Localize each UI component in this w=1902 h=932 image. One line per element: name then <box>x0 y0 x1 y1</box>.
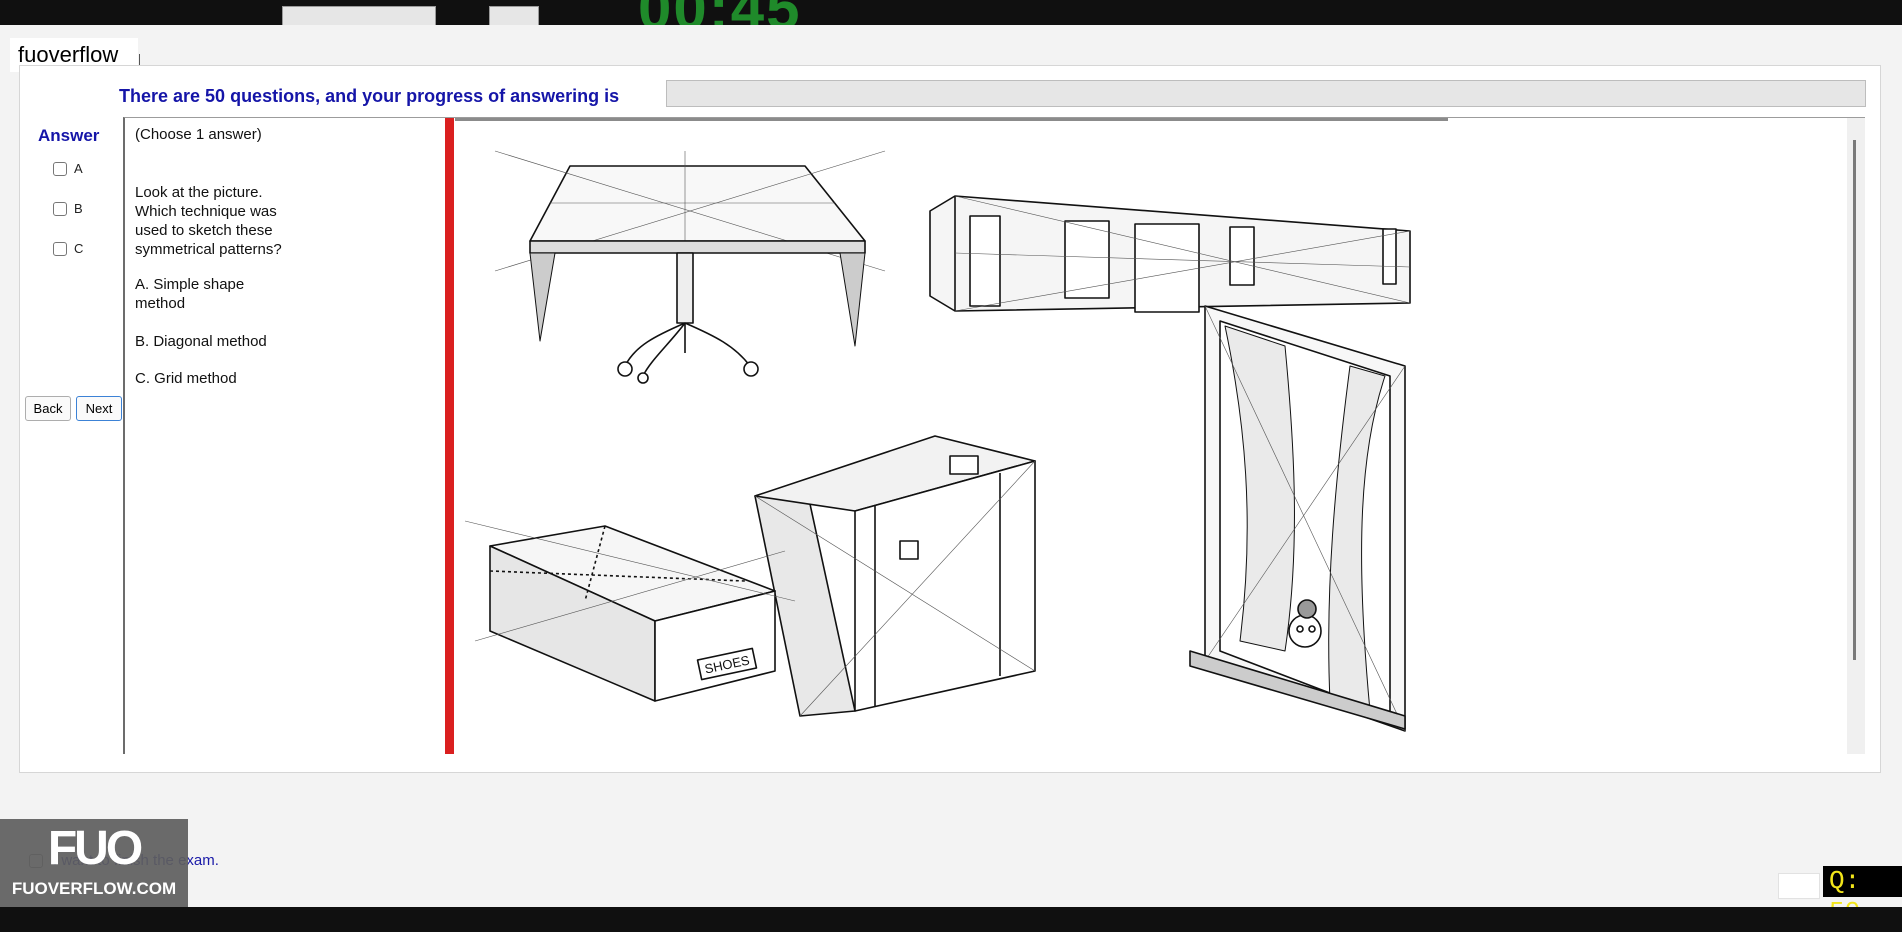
back-button[interactable]: Back <box>25 396 71 421</box>
next-button[interactable]: Next <box>76 396 122 421</box>
option-label: A <box>74 161 83 176</box>
checkbox[interactable] <box>53 241 67 256</box>
perspective-sketches-image: SHOES <box>464 150 1411 732</box>
panel-divider[interactable] <box>445 118 454 754</box>
table-sketch <box>494 150 886 384</box>
choice-b-text: B. Diagonal method <box>135 333 267 350</box>
exam-code-field[interactable] <box>282 6 436 25</box>
progress-bar <box>666 80 1866 107</box>
checkbox[interactable] <box>53 201 67 216</box>
scrollbar-thumb[interactable] <box>1853 140 1856 660</box>
question-number-field[interactable] <box>1778 873 1820 899</box>
choice-a-text: A. Simple shape method <box>135 276 245 312</box>
answer-option-b[interactable]: B <box>53 201 83 216</box>
checkbox[interactable] <box>53 161 67 176</box>
logo-mark: FUO <box>47 822 143 875</box>
option-label: C <box>74 241 84 256</box>
vertical-scrollbar[interactable] <box>1847 118 1865 754</box>
shoebox-sketch: SHOES <box>464 520 796 702</box>
answer-option-a[interactable]: A <box>53 161 83 176</box>
answer-heading: Answer <box>38 126 100 145</box>
question-prompt: Look at the picture. Which technique was… <box>135 184 282 258</box>
fuoverflow-logo: FUO FUOVERFLOW.COM <box>0 819 188 907</box>
suitcase-sketch <box>754 435 1036 717</box>
countdown-timer: 00:45 <box>638 0 801 25</box>
answer-option-c[interactable]: C <box>53 241 83 256</box>
question-instruction: (Choose 1 answer) <box>135 126 262 143</box>
font-size-field[interactable] <box>489 6 539 25</box>
progress-label: There are 50 questions, and your progres… <box>119 86 620 106</box>
option-label: B <box>74 201 83 216</box>
choice-c-text: C. Grid method <box>135 370 237 387</box>
bottom-bar <box>0 907 1902 932</box>
logo-url: FUOVERFLOW.COM <box>11 879 177 898</box>
building-sketch <box>929 195 1411 313</box>
question-image: SHOES <box>455 118 1448 754</box>
top-bar: 00:45 <box>0 0 1902 25</box>
question-panel: (Choose 1 answer) Look at the picture. W… <box>123 117 1865 754</box>
window-sketch <box>1189 305 1406 732</box>
question-counter: Q: 50 <box>1823 866 1902 927</box>
